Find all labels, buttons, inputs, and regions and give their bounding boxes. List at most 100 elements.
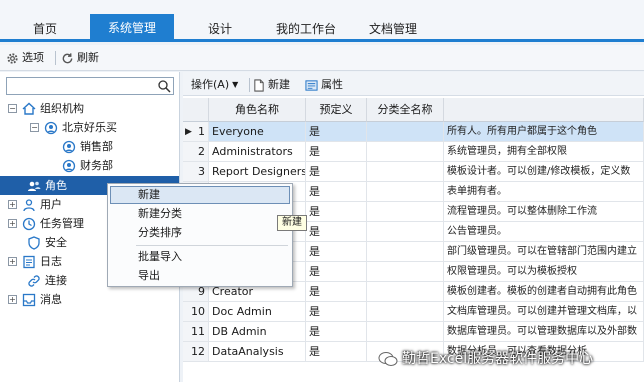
options-button[interactable]: 选项 — [6, 49, 44, 67]
cell-description[interactable]: 所有人。所有用户都属于这个角色 — [444, 122, 644, 142]
menu-item-new[interactable]: 新建 — [110, 186, 290, 204]
toolbar-divider — [249, 78, 250, 92]
table-row[interactable]: ▶ 1 Everyone 是 所有人。所有用户都属于这个角色 — [183, 122, 644, 142]
tab-home[interactable]: 首页 — [16, 16, 74, 42]
cell-category[interactable] — [367, 262, 444, 282]
table-row[interactable]: 2 Administrators 是 系统管理员，拥有全部权限 — [183, 142, 644, 162]
new-button[interactable]: 新建 — [253, 76, 290, 94]
expand-icon[interactable]: + — [8, 257, 17, 266]
cell-role-name[interactable]: DataAnalysis — [209, 342, 306, 362]
cell-category[interactable] — [367, 282, 444, 302]
cell-role-name[interactable]: Doc Admin — [209, 302, 306, 322]
cell-predefined[interactable]: 是 — [306, 162, 367, 182]
column-header-role-name[interactable]: 角色名称 — [209, 98, 306, 122]
cell-role-name[interactable]: Report Designers — [209, 162, 306, 182]
cell-description[interactable]: 权限管理员。可以为模板授权 — [444, 262, 644, 282]
cell-category[interactable] — [367, 222, 444, 242]
row-number[interactable]: 3 — [183, 162, 209, 182]
cell-category[interactable] — [367, 242, 444, 262]
cell-category[interactable] — [367, 142, 444, 162]
row-number[interactable]: ▶ 1 — [183, 122, 209, 142]
menu-separator — [136, 245, 288, 246]
cell-predefined[interactable]: 是 — [306, 242, 367, 262]
cell-description[interactable]: 数据库管理员。可以管理数据库以及外部数 — [444, 322, 644, 342]
tree-item-company[interactable]: − 北京好乐买 — [30, 118, 117, 137]
cell-description[interactable]: 部门级管理员。可以在管辖部门范围内建立 — [444, 242, 644, 262]
tree-item-org[interactable]: − 组织机构 — [8, 99, 84, 118]
tab-system-management[interactable]: 系统管理 — [90, 14, 174, 42]
cell-role-name[interactable]: DB Admin — [209, 322, 306, 342]
cell-description[interactable]: 文档库管理员。可以创建并管理文档库，以 — [444, 302, 644, 322]
cell-predefined[interactable]: 是 — [306, 302, 367, 322]
tree-label-org: 组织机构 — [40, 102, 84, 115]
row-number[interactable]: 2 — [183, 142, 209, 162]
cell-predefined[interactable]: 是 — [306, 322, 367, 342]
context-menu: 新建 新建分类 分类排序 批量导入 导出 — [107, 183, 293, 287]
cell-description[interactable]: 系统管理员，拥有全部权限 — [444, 142, 644, 162]
refresh-button[interactable]: 刷新 — [61, 49, 99, 67]
cell-description[interactable]: 模板设计者。可以创建/修改模板，定义数 — [444, 162, 644, 182]
collapse-icon[interactable]: − — [30, 123, 39, 132]
collapse-icon[interactable]: − — [8, 104, 17, 113]
properties-button[interactable]: 属性 — [305, 76, 343, 94]
gear-icon — [7, 52, 18, 64]
cell-description[interactable]: 模板创建者。模板的创建者自动拥有此角色 — [444, 282, 644, 302]
operation-menu-button[interactable]: 操作(A) ▼ — [191, 76, 238, 94]
refresh-label: 刷新 — [77, 51, 99, 64]
cell-category[interactable] — [367, 302, 444, 322]
column-header-predefined[interactable]: 预定义 — [306, 98, 367, 122]
tree-item-task[interactable]: + 任务管理 — [8, 214, 84, 233]
tree-item-message[interactable]: + 消息 — [8, 290, 62, 309]
expand-icon[interactable]: + — [8, 219, 17, 228]
cell-category[interactable] — [367, 122, 444, 142]
search-input[interactable] — [6, 77, 174, 95]
table-row[interactable]: 3 Report Designers 是 模板设计者。可以创建/修改模板，定义数 — [183, 162, 644, 182]
column-header-category[interactable]: 分类全名称 — [367, 98, 444, 122]
cell-predefined[interactable]: 是 — [306, 342, 367, 362]
cell-description[interactable]: 流程管理员。可以整体删除工作流 — [444, 202, 644, 222]
wechat-icon — [378, 352, 398, 366]
tab-my-workbench[interactable]: 我的工作台 — [264, 16, 348, 42]
cell-category[interactable] — [367, 202, 444, 222]
expand-icon[interactable]: + — [8, 200, 17, 209]
tree-item-finance-dept[interactable]: 财务部 — [62, 156, 113, 175]
cell-category[interactable] — [367, 182, 444, 202]
cell-predefined[interactable]: 是 — [306, 262, 367, 282]
options-label: 选项 — [22, 51, 44, 64]
row-number[interactable]: 10 — [183, 302, 209, 322]
toolbar-divider — [55, 51, 56, 65]
expand-icon[interactable]: + — [8, 295, 17, 304]
cell-predefined[interactable]: 是 — [306, 282, 367, 302]
row-number[interactable]: 12 — [183, 342, 209, 362]
tree-item-connect[interactable]: 连接 — [27, 271, 67, 290]
tree-item-user[interactable]: + 用户 — [8, 195, 62, 214]
cell-role-name[interactable]: Everyone — [209, 122, 306, 142]
cell-predefined[interactable]: 是 — [306, 182, 367, 202]
cell-description[interactable]: 公告管理员。 — [444, 222, 644, 242]
cell-predefined[interactable]: 是 — [306, 142, 367, 162]
table-row[interactable]: 11 DB Admin 是 数据库管理员。可以管理数据库以及外部数 — [183, 322, 644, 342]
column-header-description[interactable] — [444, 98, 644, 122]
menu-item-new-category[interactable]: 新建分类 — [110, 205, 290, 223]
tree-item-sales-dept[interactable]: 销售部 — [62, 137, 113, 156]
menu-item-batch-import[interactable]: 批量导入 — [110, 248, 290, 266]
tree-item-log[interactable]: + 日志 — [8, 252, 62, 271]
search-icon[interactable] — [157, 79, 171, 93]
cell-description[interactable]: 表单拥有者。 — [444, 182, 644, 202]
menu-item-export[interactable]: 导出 — [110, 267, 290, 285]
tree-item-security[interactable]: 安全 — [27, 233, 67, 252]
tab-design[interactable]: 设计 — [192, 16, 248, 42]
row-number[interactable]: 11 — [183, 322, 209, 342]
cell-predefined[interactable]: 是 — [306, 202, 367, 222]
cell-predefined[interactable]: 是 — [306, 122, 367, 142]
menu-item-sort-category[interactable]: 分类排序 — [110, 224, 290, 242]
tab-document-management[interactable]: 文档管理 — [360, 16, 426, 42]
cell-predefined[interactable]: 是 — [306, 222, 367, 242]
cell-role-name[interactable]: Administrators — [209, 142, 306, 162]
tree-label-connect: 连接 — [45, 274, 67, 287]
cell-category[interactable] — [367, 322, 444, 342]
table-row[interactable]: 10 Doc Admin 是 文档库管理员。可以创建并管理文档库，以 — [183, 302, 644, 322]
cell-category[interactable] — [367, 162, 444, 182]
log-icon — [23, 255, 35, 268]
shield-icon — [28, 235, 40, 250]
